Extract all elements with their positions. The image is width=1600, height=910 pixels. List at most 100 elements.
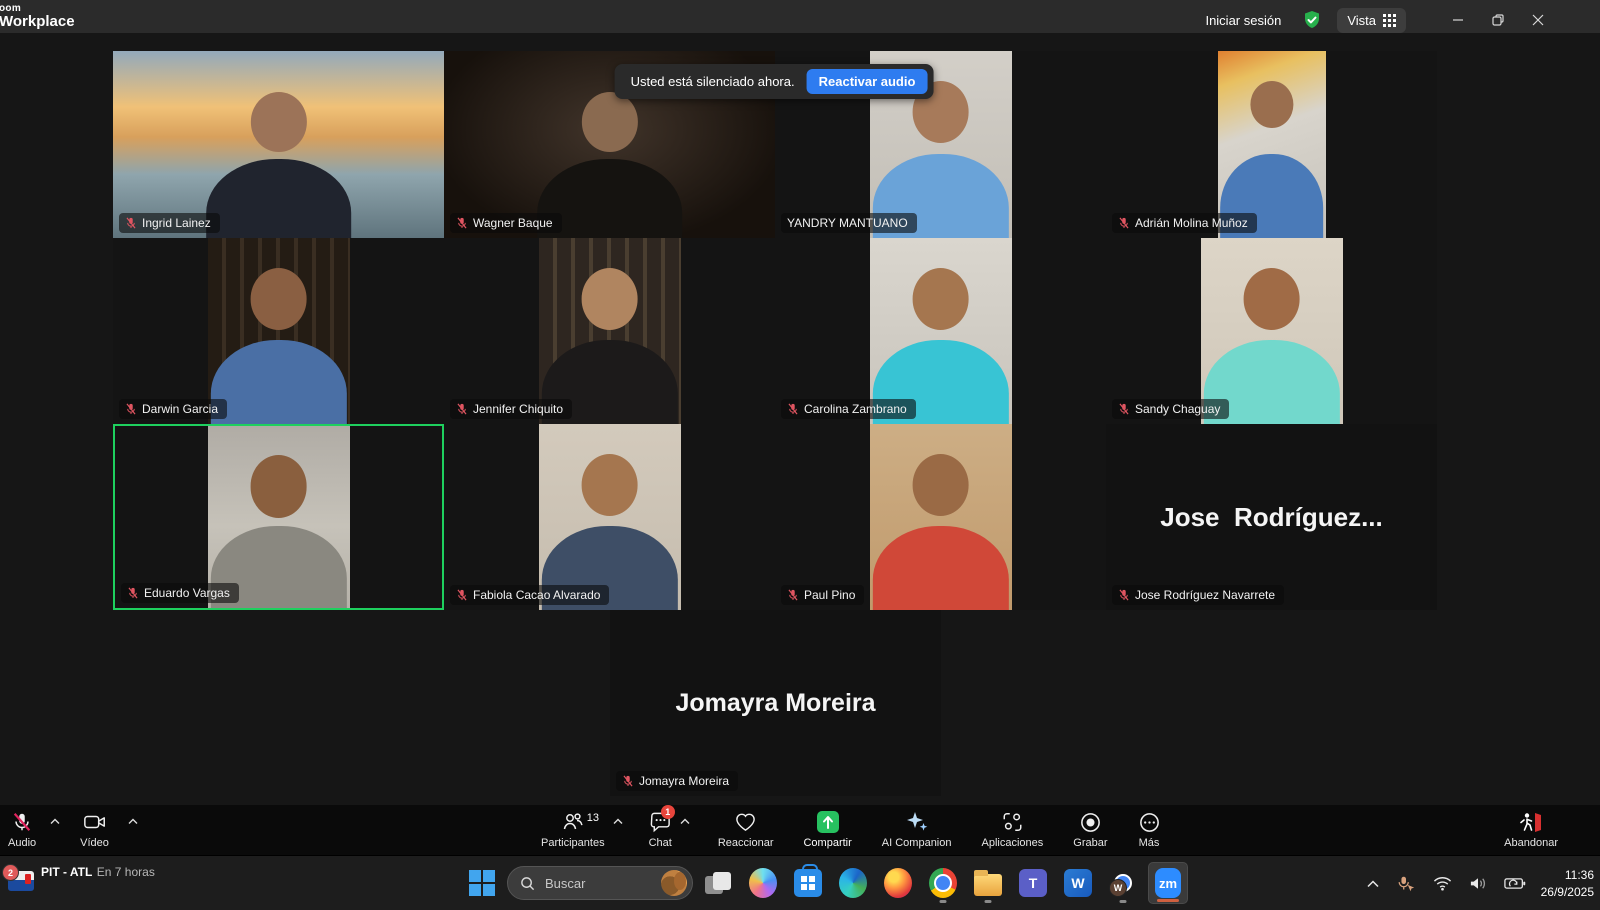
leave-meeting-button[interactable]: Abandonar bbox=[1504, 810, 1558, 849]
taskbar-icons: T W W zm bbox=[462, 862, 1188, 904]
participant-tile[interactable]: Paul Pino bbox=[775, 424, 1106, 610]
participant-tile[interactable]: Carolina Zambrano bbox=[775, 238, 1106, 424]
participant-name-label: Eduardo Vargas bbox=[121, 583, 239, 603]
titlebar: oom Workplace Iniciar sesión Vista bbox=[0, 0, 1600, 33]
video-button[interactable]: Vídeo bbox=[80, 810, 109, 849]
tray-time: 11:36 bbox=[1541, 867, 1594, 883]
mlb-icon: 2 bbox=[8, 871, 34, 891]
muted-mic-icon bbox=[1118, 589, 1130, 601]
muted-mic-icon bbox=[456, 217, 468, 229]
ai-companion-button[interactable]: AI Companion bbox=[882, 810, 952, 849]
person-silhouette bbox=[539, 238, 681, 424]
heart-icon bbox=[734, 810, 757, 834]
firefox-button[interactable] bbox=[878, 862, 918, 904]
chat-options-caret[interactable] bbox=[680, 818, 690, 825]
audio-options-caret[interactable] bbox=[50, 818, 60, 825]
share-screen-button[interactable]: Compartir bbox=[803, 810, 851, 849]
chrome-profile-button[interactable]: W bbox=[1103, 862, 1143, 904]
taskbar-clock[interactable]: 11:36 26/9/2025 bbox=[1541, 867, 1594, 899]
teams-icon: T bbox=[1019, 869, 1047, 897]
active-app-indicator bbox=[1157, 899, 1179, 902]
person-silhouette bbox=[539, 424, 681, 610]
close-button[interactable] bbox=[1518, 5, 1558, 35]
view-button-label: Vista bbox=[1347, 13, 1376, 28]
video-options-caret[interactable] bbox=[128, 818, 138, 825]
minimize-button[interactable] bbox=[1438, 5, 1478, 35]
view-button[interactable]: Vista bbox=[1337, 8, 1406, 33]
more-button[interactable]: Más bbox=[1138, 810, 1161, 849]
participant-name-label: Darwin Garcia bbox=[119, 399, 227, 419]
zoom-meeting-window: oom Workplace Iniciar sesión Vista Usted… bbox=[0, 0, 1600, 910]
zoom-app-button[interactable]: zm bbox=[1148, 862, 1188, 904]
ai-companion-label: AI Companion bbox=[882, 837, 952, 849]
participants-options-caret[interactable] bbox=[613, 818, 623, 825]
restore-button[interactable] bbox=[1478, 5, 1518, 35]
muted-mic-icon bbox=[125, 217, 137, 229]
participants-count: 13 bbox=[587, 812, 599, 824]
participant-display-name: Jomayra Moreira bbox=[610, 610, 941, 796]
word-button[interactable]: W bbox=[1058, 862, 1098, 904]
apps-button[interactable]: Aplicaciones bbox=[982, 810, 1044, 849]
chrome-button[interactable] bbox=[923, 862, 963, 904]
running-indicator bbox=[1120, 900, 1127, 903]
muted-mic-icon bbox=[787, 589, 799, 601]
meeting-toolbar: Audio Vídeo 13 bbox=[0, 805, 1600, 855]
taskbar-search[interactable] bbox=[507, 866, 693, 900]
react-button-label: Reaccionar bbox=[718, 837, 774, 849]
participant-tile[interactable]: Jennifer Chiquito bbox=[444, 238, 775, 424]
participant-tile[interactable]: Jomayra MoreiraJomayra Moreira bbox=[610, 610, 941, 796]
participant-tile[interactable]: Darwin Garcia bbox=[113, 238, 444, 424]
participant-name-label: Paul Pino bbox=[781, 585, 864, 605]
start-button[interactable] bbox=[462, 862, 502, 904]
muted-mic-icon bbox=[456, 589, 468, 601]
participant-name-label: Fabiola Cacao Alvarado bbox=[450, 585, 609, 605]
muted-mic-icon bbox=[1118, 217, 1130, 229]
participant-name-label: Jose Rodríguez Navarrete bbox=[1112, 585, 1284, 605]
volume-icon[interactable] bbox=[1467, 874, 1489, 893]
audio-button[interactable]: Audio bbox=[8, 810, 36, 849]
teams-button[interactable]: T bbox=[1013, 862, 1053, 904]
store-button[interactable] bbox=[788, 862, 828, 904]
system-tray: 11:36 26/9/2025 bbox=[1365, 856, 1594, 910]
search-daily-image[interactable] bbox=[661, 870, 687, 896]
search-icon bbox=[520, 876, 535, 891]
battery-icon[interactable] bbox=[1502, 875, 1528, 892]
sports-widget[interactable]: 2 PIT - ATL En 7 horas bbox=[8, 863, 155, 891]
participant-tile[interactable]: Jose Rodríguez...Jose Rodríguez Navarret… bbox=[1106, 424, 1437, 610]
participant-tile[interactable]: Eduardo Vargas bbox=[113, 424, 444, 610]
copilot-button[interactable] bbox=[743, 862, 783, 904]
file-explorer-button[interactable] bbox=[968, 862, 1008, 904]
person-silhouette bbox=[208, 426, 350, 608]
tray-expand-chevron[interactable] bbox=[1365, 878, 1381, 890]
security-shield-icon[interactable] bbox=[1301, 9, 1323, 31]
participant-tile[interactable]: Fabiola Cacao Alvarado bbox=[444, 424, 775, 610]
person-silhouette bbox=[1201, 238, 1343, 424]
participant-video bbox=[208, 426, 350, 608]
record-button[interactable]: Grabar bbox=[1073, 810, 1107, 849]
muted-mic-icon bbox=[787, 403, 799, 415]
participant-tile[interactable]: Adrián Molina Muñoz bbox=[1106, 51, 1437, 238]
participant-video bbox=[870, 424, 1012, 610]
wifi-icon[interactable] bbox=[1431, 874, 1454, 893]
task-view-button[interactable] bbox=[698, 862, 738, 904]
react-button[interactable]: Reaccionar bbox=[718, 810, 774, 849]
more-ellipsis-icon bbox=[1138, 810, 1161, 834]
zoom-workplace-logo: oom Workplace bbox=[0, 4, 75, 29]
search-input[interactable] bbox=[543, 875, 653, 892]
participant-video bbox=[870, 238, 1012, 424]
leave-door-icon bbox=[1518, 810, 1544, 834]
participant-name-label: Sandy Chaguay bbox=[1112, 399, 1229, 419]
participant-tile[interactable]: Ingrid Lainez bbox=[113, 51, 444, 238]
participant-name-label: Ingrid Lainez bbox=[119, 213, 220, 233]
mic-in-use-icon[interactable] bbox=[1394, 873, 1418, 895]
participant-display-name: Jose Rodríguez... bbox=[1106, 424, 1437, 610]
sign-in-button[interactable]: Iniciar sesión bbox=[1199, 9, 1287, 32]
unmute-button[interactable]: Reactivar audio bbox=[807, 69, 928, 94]
camera-icon bbox=[83, 810, 107, 834]
edge-button[interactable] bbox=[833, 862, 873, 904]
participant-tile[interactable]: Sandy Chaguay bbox=[1106, 238, 1437, 424]
participants-button[interactable]: 13 Participantes bbox=[541, 810, 605, 849]
chat-button[interactable]: 1 Chat bbox=[649, 810, 672, 849]
person-silhouette bbox=[870, 238, 1012, 424]
chat-control-group: 1 Chat bbox=[649, 810, 688, 849]
